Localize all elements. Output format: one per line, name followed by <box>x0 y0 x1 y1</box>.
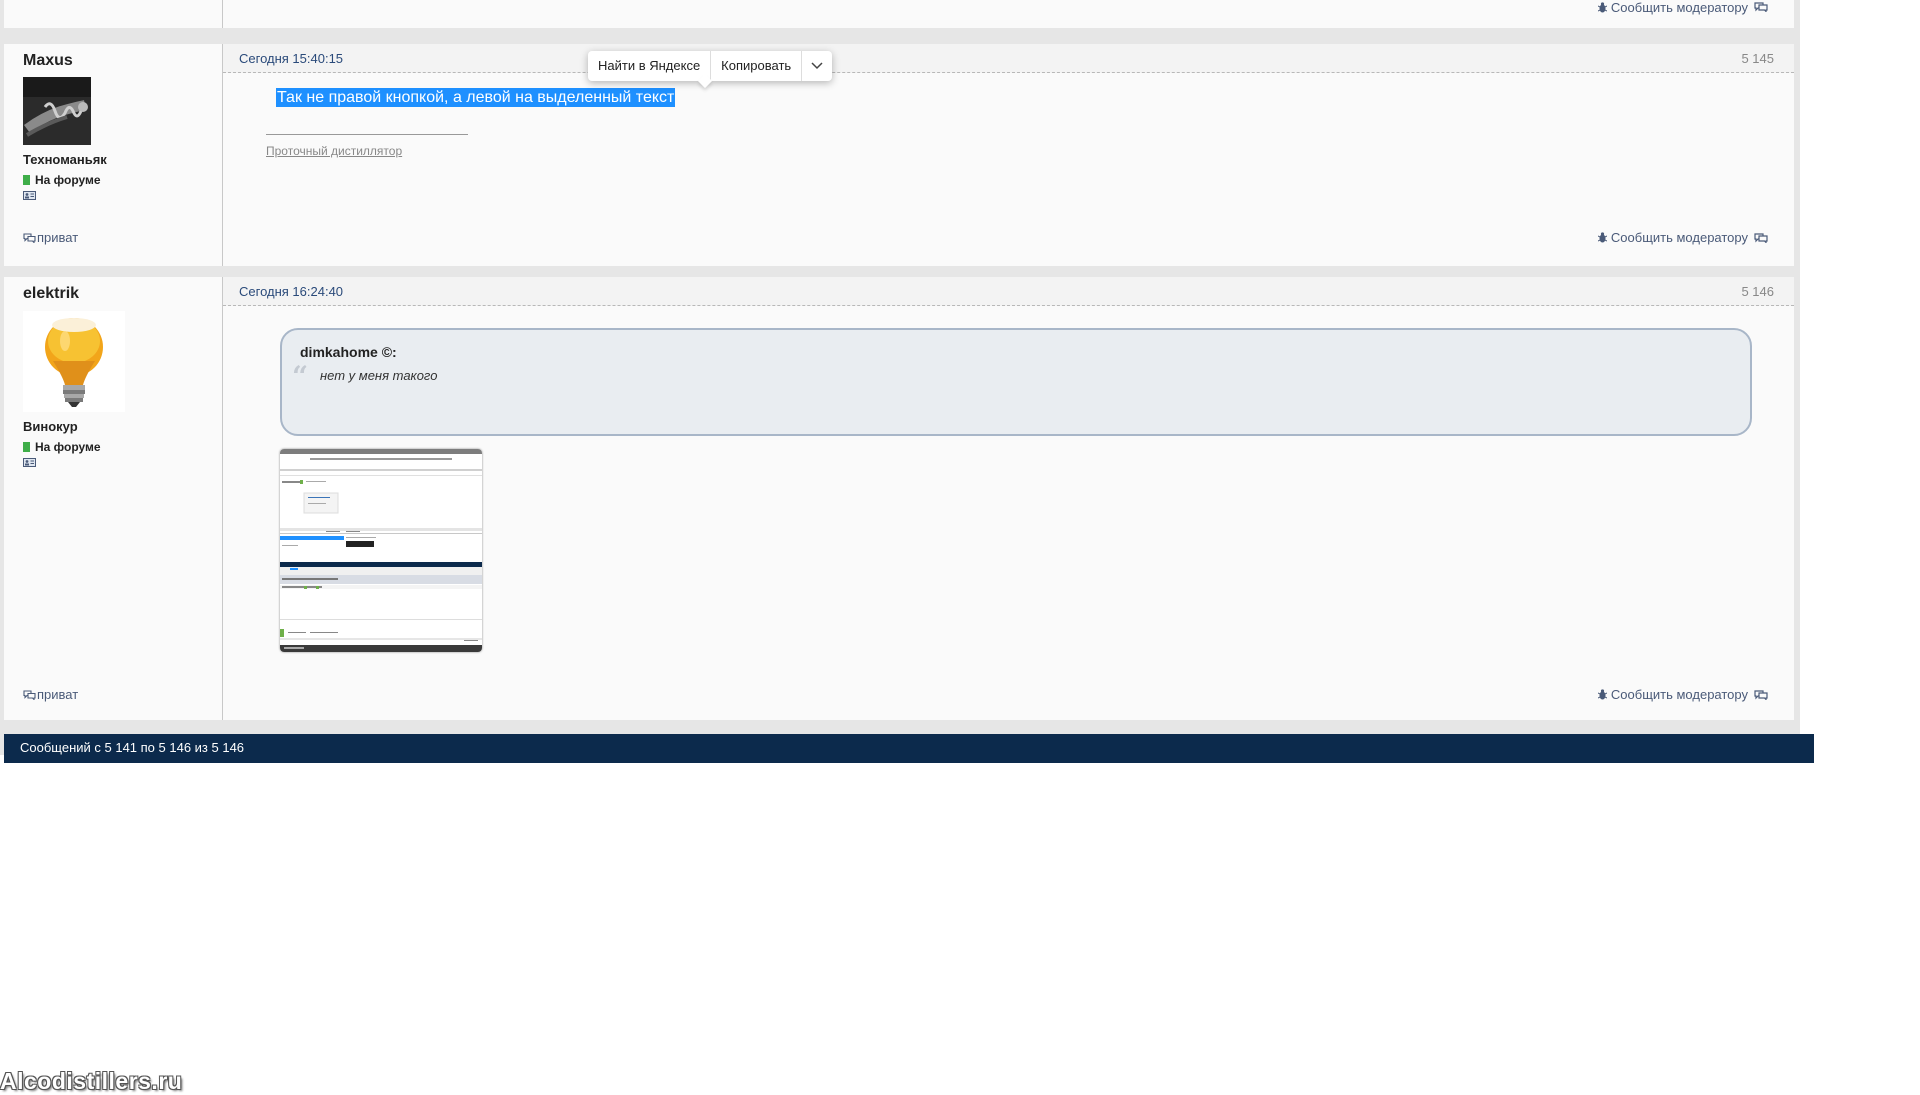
post-sidebar: Maxus Техноманьяк На форуме приват <box>4 44 223 266</box>
pagination-status-bar: Сообщений с 5 141 по 5 146 из 5 146 <box>4 734 1814 763</box>
report-moderator-link[interactable]: Сообщить модератору <box>1597 0 1748 15</box>
signature-link[interactable]: Проточный дистиллятор <box>266 144 402 158</box>
report-moderator-link[interactable]: Сообщить модератору <box>1597 687 1748 702</box>
quote-reply-icon[interactable] <box>1754 2 1768 12</box>
pagination-status-text: Сообщений с 5 141 по 5 146 из 5 146 <box>20 740 245 755</box>
screenshot-preview-image <box>280 449 482 652</box>
profile-card-icon[interactable] <box>23 191 36 200</box>
attached-screenshot-thumbnail[interactable] <box>280 449 482 652</box>
user-rank: Техноманьяк <box>23 152 107 167</box>
quote-block: dimkahome ©: “ нет у меня такого <box>280 328 1752 436</box>
post-number[interactable]: 5 145 <box>1741 51 1774 66</box>
pm-label: приват <box>37 687 79 702</box>
quote-author: dimkahome ©: <box>300 344 397 360</box>
bug-icon <box>1597 232 1607 243</box>
post-author[interactable]: elektrik <box>23 285 79 303</box>
quote-text: нет у меня такого <box>320 368 438 383</box>
online-label: На форуме <box>35 173 101 187</box>
selected-post-text[interactable]: Так не правой кнопкой, а левой на выделе… <box>276 88 676 107</box>
online-status: На форуме <box>23 173 101 187</box>
post-date[interactable]: Сегодня 16:24:40 <box>239 284 343 299</box>
quote-reply-icon[interactable] <box>1754 690 1768 700</box>
online-label: На форуме <box>35 440 101 454</box>
post-header: Сегодня 15:40:15 5 145 <box>223 44 1794 73</box>
online-dot <box>23 175 30 185</box>
previous-post-sidebar <box>4 0 223 28</box>
report-label: Сообщить модератору <box>1610 0 1748 15</box>
chevron-down-icon <box>811 62 823 70</box>
online-status: На форуме <box>23 440 101 454</box>
post-sidebar: elektrik Винокур На форуме приват <box>4 277 223 720</box>
user-rank: Винокур <box>23 419 78 434</box>
report-label: Сообщить модератору <box>1610 230 1748 245</box>
profile-card-icon[interactable] <box>23 458 36 467</box>
quote-mark-icon: “ <box>292 360 309 393</box>
more-options-button[interactable] <box>802 51 832 81</box>
private-message-link[interactable]: приват <box>23 230 78 245</box>
post-number[interactable]: 5 146 <box>1741 284 1774 299</box>
avatar[interactable] <box>23 311 125 412</box>
copy-button[interactable]: Копировать <box>711 51 801 81</box>
bug-icon <box>1597 2 1607 13</box>
quote-reply-icon[interactable] <box>1754 233 1768 243</box>
post-date[interactable]: Сегодня 15:40:15 <box>239 51 343 66</box>
previous-post: Сообщить модератору <box>4 0 1794 28</box>
private-message-link[interactable]: приват <box>23 687 78 702</box>
signature-divider <box>266 134 468 135</box>
text-selection-context-menu: Найти в Яндексе Копировать <box>588 51 833 89</box>
post-header: Сегодня 16:24:40 5 146 <box>223 277 1794 306</box>
site-watermark: Alcodistillers.ru <box>0 1068 183 1094</box>
report-label: Сообщить модератору <box>1610 687 1748 702</box>
search-yandex-button[interactable]: Найти в Яндексе <box>588 51 710 81</box>
pm-label: приват <box>37 230 79 245</box>
avatar[interactable] <box>23 77 91 145</box>
pm-icon <box>23 233 36 243</box>
post-author[interactable]: Maxus <box>23 52 73 70</box>
online-dot <box>23 442 30 452</box>
report-moderator-link[interactable]: Сообщить модератору <box>1597 230 1748 245</box>
pm-icon <box>23 690 36 700</box>
bug-icon <box>1597 689 1607 700</box>
